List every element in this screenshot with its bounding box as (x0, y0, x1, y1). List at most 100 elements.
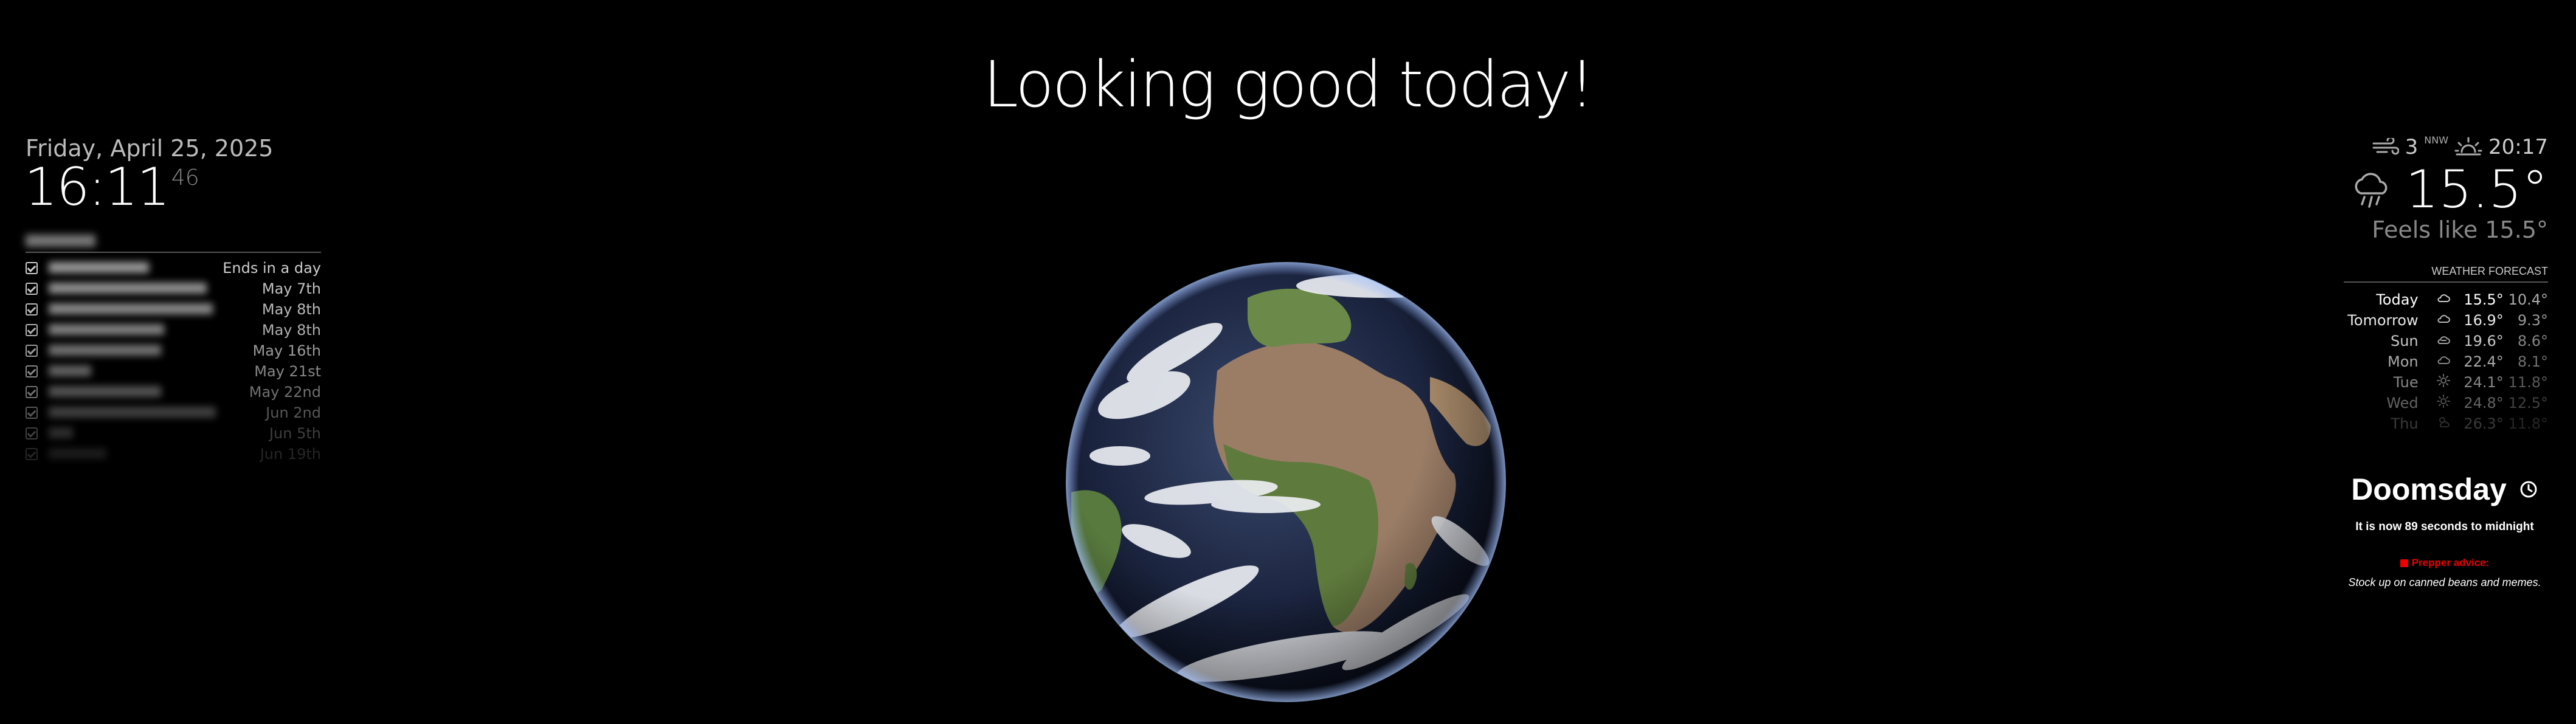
forecast-day: Sun (2390, 333, 2419, 350)
doomsday-subtitle: It is now 89 seconds to midnight (2355, 520, 2534, 533)
doomsday-title: Doomsday (2341, 472, 2548, 507)
forecast-max: 15.5° (2464, 291, 2504, 308)
forecast-min: 8.6° (2517, 333, 2548, 350)
doomsday-advice: Stock up on canned beans and memes. (2348, 576, 2541, 588)
sunset-icon (2454, 137, 2482, 156)
current-weather: 15.5° (2351, 159, 2548, 220)
forecast-row: Sun 19.6° 8.6° (2344, 331, 2548, 351)
clock-time: 16:11 46 (24, 157, 199, 218)
task-title-blurred (49, 446, 260, 463)
forecast-min: 12.5° (2508, 395, 2548, 412)
clock-seconds: 46 (171, 165, 199, 190)
task-due-date: May 7th (261, 280, 321, 297)
checkbox-icon (26, 365, 38, 378)
forecast-row: Wed 24.8° 12.5° (2344, 393, 2548, 413)
task-due-date: May 21st (254, 363, 321, 380)
sun-icon (2431, 372, 2456, 393)
task-title-blurred (49, 404, 266, 421)
forecast-row: Today 15.5° 10.4° (2344, 289, 2548, 310)
task-row: May 22nd (26, 382, 321, 402)
task-title-blurred (49, 384, 249, 401)
clock-hours-minutes: 16:11 (24, 157, 170, 218)
task-title-blurred (49, 342, 253, 359)
sunset-time: 20:17 (2488, 135, 2548, 159)
cloud-icon (2431, 289, 2456, 310)
forecast-day: Mon (2388, 353, 2419, 370)
doomsday-title-text: Doomsday (2351, 472, 2507, 506)
task-due-date: May 8th (261, 301, 321, 318)
forecast-max: 22.4° (2464, 353, 2504, 370)
wind-direction: NNW (2424, 134, 2449, 146)
checkbox-icon (26, 303, 38, 315)
forecast-day: Tomorrow (2347, 312, 2419, 329)
checkbox-icon (26, 283, 38, 295)
checkbox-icon (26, 262, 38, 274)
wind-sunset-row: 3 NNW 20:17 (2372, 134, 2548, 159)
doomsday-advice-label: Prepper advice: (2341, 557, 2548, 569)
task-row: May 16th (26, 340, 321, 361)
checkbox-icon (26, 386, 38, 398)
forecast-row: Tomorrow 16.9° 9.3° (2344, 310, 2548, 331)
earth-image (1066, 262, 1506, 702)
task-due-date: Jun 2nd (266, 404, 321, 421)
forecast-min: 11.8° (2508, 415, 2548, 432)
checkbox-icon (26, 324, 38, 336)
task-due-date: May 22nd (249, 384, 321, 401)
task-due-date: Ends in a day (223, 260, 321, 277)
forecast-table: Today 15.5° 10.4° Tomorrow 16.9° 9.3° Sun 19.6°… (2344, 289, 2548, 434)
task-row: May 8th (26, 299, 321, 320)
task-row: Ends in a day (26, 258, 321, 278)
checkbox-icon (26, 407, 38, 419)
checkbox-icon (26, 448, 38, 460)
forecast-row: Mon 22.4° 8.1° (2344, 351, 2548, 372)
task-row: May 21st (26, 361, 321, 382)
partly-sunny-icon (2431, 413, 2456, 434)
task-title-blurred (49, 280, 262, 297)
task-row: Jun 5th (26, 423, 321, 444)
forecast-day: Today (2376, 291, 2419, 308)
task-title-blurred (49, 363, 254, 380)
cloud-icon (2431, 310, 2456, 331)
forecast-max: 16.9° (2464, 312, 2504, 329)
tasks-header-blurred (26, 235, 95, 247)
forecast-header: WEATHER FORECAST (2344, 265, 2548, 283)
forecast-min: 10.4° (2508, 291, 2548, 308)
task-title-blurred (49, 301, 262, 318)
forecast-max: 26.3° (2464, 415, 2504, 432)
wind-speed: 3 (2405, 135, 2419, 159)
checkbox-icon (26, 427, 38, 440)
greeting: Looking good today! (982, 47, 1595, 122)
task-title-blurred (49, 322, 262, 339)
task-title-blurred (49, 425, 269, 442)
forecast-max: 19.6° (2464, 333, 2504, 350)
current-temperature: 15.5° (2405, 159, 2548, 220)
task-due-date: Jun 5th (269, 425, 321, 442)
task-list: Ends in a day May 7th May 8th May 8th May 16… (26, 258, 321, 464)
forecast-min: 9.3° (2517, 312, 2548, 329)
forecast-max: 24.1° (2464, 374, 2504, 391)
forecast-min: 11.8° (2508, 374, 2548, 391)
forecast-day: Wed (2386, 395, 2419, 412)
task-row: Jun 19th (26, 444, 321, 464)
cloudy-icon (2431, 331, 2456, 351)
forecast-day: Thu (2391, 415, 2419, 432)
sun-icon (2431, 393, 2456, 413)
task-row: May 7th (26, 278, 321, 299)
alert-icon (2400, 559, 2408, 567)
task-row: May 8th (26, 320, 321, 340)
cloud-icon (2431, 351, 2456, 372)
forecast-row: Thu 26.3° 11.8° (2344, 413, 2548, 434)
forecast-row: Tue 24.1° 11.8° (2344, 372, 2548, 393)
tasks-header (26, 231, 321, 253)
doomsday-advice-label-text: Prepper advice: (2411, 557, 2490, 568)
rain-cloud-icon (2355, 173, 2387, 208)
clock-icon (2520, 481, 2537, 498)
forecast-day: Tue (2393, 374, 2419, 391)
task-row: Jun 2nd (26, 402, 321, 423)
checkbox-icon (26, 345, 38, 357)
task-due-date: May 8th (261, 322, 321, 339)
forecast-min: 8.1° (2517, 353, 2548, 370)
task-due-date: Jun 19th (260, 446, 321, 463)
task-title-blurred (49, 260, 223, 277)
wind-icon (2372, 138, 2399, 155)
